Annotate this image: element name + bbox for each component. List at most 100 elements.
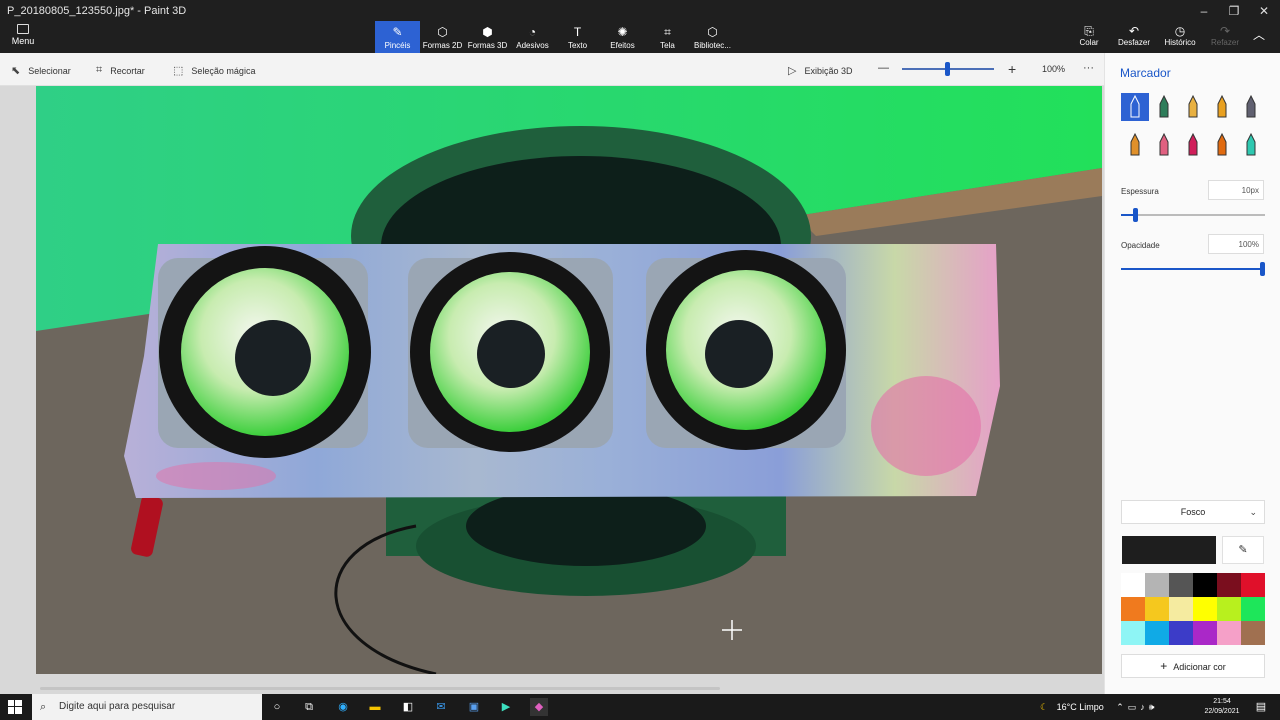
store-icon[interactable]: ◧ [399,698,417,716]
brush-option[interactable] [1150,93,1178,121]
redo-button[interactable]: ↷ Refazer [1204,24,1246,47]
color-swatch[interactable] [1145,597,1169,621]
color-swatch[interactable] [1241,573,1265,597]
weather-text[interactable]: 16°C Limpo [1057,702,1104,712]
brush-option[interactable] [1179,93,1207,121]
opacity-slider[interactable] [1121,262,1265,276]
task-view-icon[interactable]: ⧉ [300,698,318,716]
tool-tab[interactable]: ✺ Efeitos [600,21,645,53]
moon-icon: ☾ [1040,702,1049,712]
color-swatch[interactable] [1169,597,1193,621]
canvas-icon: ⌗ [664,25,671,39]
undo-button[interactable]: ↶ Desfazer [1113,24,1155,47]
tool-tab[interactable]: ◔ Adesivos [510,21,555,53]
taskbar-search[interactable]: ⌕ Digite aqui para pesquisar [32,694,262,720]
zoom-slider-thumb[interactable] [945,62,950,76]
brush-option[interactable] [1179,131,1207,159]
text-icon: T [573,25,582,39]
crop-button[interactable]: ⌗ Recortar [96,64,145,77]
crop-label: Recortar [110,65,145,76]
add-color-button[interactable]: + Adicionar cor [1121,654,1265,678]
color-swatch[interactable] [1193,573,1217,597]
tool-tab[interactable]: ⬡ Formas 2D [420,21,465,53]
menu-label: Menu [11,36,35,46]
color-swatch[interactable] [1121,621,1145,645]
color-swatch[interactable] [1217,573,1241,597]
history-button[interactable]: ◷ Histórico [1159,24,1201,47]
tool-tab[interactable]: ⬢ Formas 3D [465,21,510,53]
color-swatch[interactable] [1121,597,1145,621]
opacity-input[interactable]: 100% [1208,234,1264,254]
tool-tab[interactable]: T Texto [555,21,600,53]
eyedropper-button[interactable]: ✎ [1222,536,1264,564]
thickness-input[interactable]: 10px [1208,180,1264,200]
close-button[interactable]: ✕ [1252,3,1276,19]
color-swatch[interactable] [1193,621,1217,645]
view-3d-button[interactable]: ▷ Exibição 3D [788,64,853,77]
color-swatch[interactable] [1145,621,1169,645]
tool-tab-label: Texto [567,41,588,50]
color-swatch[interactable] [1241,621,1265,645]
eyedropper-icon: ✎ [1238,544,1248,556]
tool-tab[interactable]: ⌗ Tela [645,21,690,53]
tool-tab-label: Formas 3D [467,41,508,50]
watercolor-icon [1217,95,1227,118]
color-swatch[interactable] [1241,597,1265,621]
color-swatch[interactable] [1145,573,1169,597]
tool-tab-label: Tela [660,41,675,50]
notifications-icon[interactable]: ▤ [1252,698,1270,716]
cursor-icon: ⬉ [11,65,21,77]
cortana-icon[interactable]: ○ [268,698,286,716]
brush-option[interactable] [1208,131,1236,159]
paste-button[interactable]: ⎘ Colar [1068,24,1110,47]
magic-select-button[interactable]: ⬚ Seleção mágica [173,64,255,77]
windows-start-icon[interactable] [8,700,22,714]
color-swatch[interactable] [1217,597,1241,621]
folder-icon [17,24,29,34]
opacity-label: Opacidade [1121,241,1160,250]
color-swatch[interactable] [1193,597,1217,621]
magic-select-label: Seleção mágica [191,65,256,76]
opacity-slider-thumb[interactable] [1260,262,1265,276]
menu-button[interactable]: Menu [6,24,40,50]
calligraphy-pen-icon [1159,95,1169,118]
minimize-button[interactable]: – [1192,3,1216,19]
thickness-slider-thumb[interactable] [1133,208,1139,222]
mail-icon[interactable]: ✉ [432,698,450,716]
horizontal-scrollbar[interactable] [40,687,720,690]
thickness-slider[interactable] [1121,208,1265,222]
file-explorer-icon[interactable]: ▬ [366,698,384,716]
color-swatch[interactable] [1169,621,1193,645]
tool-tab-label: Adesivos [516,41,549,50]
edge-icon[interactable]: ◉ [334,698,352,716]
canvas[interactable] [36,86,1102,674]
brush-option[interactable] [1237,131,1265,159]
paint-3d-taskbar-icon[interactable]: ◆ [530,698,548,716]
clock[interactable]: 21:54 22/09/2021 [1197,697,1247,717]
tool-tab[interactable]: ✎ Pincéis [375,21,420,53]
tool-tab[interactable]: ⬡ Bibliotec... [690,21,735,53]
magic-select-icon: ⬚ [173,65,184,77]
brush-grid [1121,93,1271,159]
color-swatch[interactable] [1169,573,1193,597]
library-icon: ⬡ [707,25,718,39]
app-icon[interactable]: ▣ [465,698,483,716]
select-button[interactable]: ⬉ Selecionar [11,64,71,77]
maximize-button[interactable]: ❐ [1222,3,1246,19]
color-swatch[interactable] [1217,621,1241,645]
brush-option[interactable] [1208,93,1236,121]
brush-option[interactable] [1121,131,1149,159]
current-color-swatch[interactable] [1122,536,1216,564]
canvas-image [36,86,1102,674]
media-app-icon[interactable]: ▶ [497,698,515,716]
color-swatch[interactable] [1121,573,1145,597]
brush-option[interactable] [1121,93,1149,121]
finish-dropdown[interactable]: Fosco ⌄ [1121,500,1265,524]
brush-option[interactable] [1150,131,1178,159]
brush-option[interactable] [1237,93,1265,121]
more-options-button[interactable]: ··· [1083,62,1094,74]
zoom-in-button[interactable]: + [1008,61,1016,77]
collapse-ribbon-button[interactable]: ︿ [1244,28,1274,42]
zoom-out-button[interactable]: — [878,62,889,74]
tray-icons[interactable]: ⌃▭♪🕪 [1116,702,1158,712]
